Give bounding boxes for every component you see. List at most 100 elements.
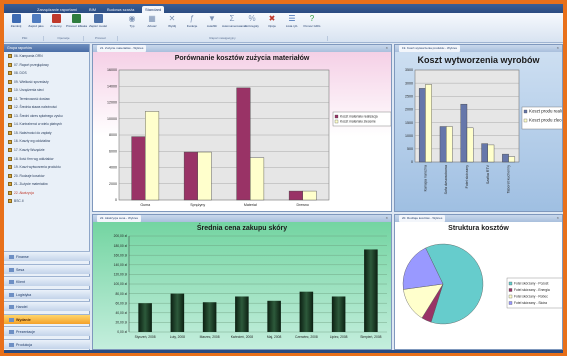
save-model-button[interactable]: Zapisz model <box>88 14 108 34</box>
filter-icon: ▼ <box>208 14 216 23</box>
tab-reports[interactable]: Zarządzanie raportami <box>34 6 80 13</box>
panel-tab-cost-structure[interactable]: 20. Rodzaje kosztów - Wykres ✕ <box>395 215 562 222</box>
tab-standard[interactable]: Standard <box>142 6 165 13</box>
bar <box>487 144 495 163</box>
report-icon <box>8 113 12 118</box>
close-icon[interactable]: ✕ <box>385 215 388 222</box>
tab-build[interactable]: Budowa szarża <box>104 6 137 13</box>
y-tick-label: 200,00 zł <box>114 234 128 238</box>
y-tick-label: 80,00 zł <box>115 292 127 296</box>
details-button[interactable]: % Szczegóły <box>242 14 262 34</box>
y-tick-label: 3000 <box>405 81 413 85</box>
tab-bim[interactable]: BIM <box>86 6 99 13</box>
report-list-item[interactable]: BSC.II <box>4 197 89 206</box>
chart-production-cost: 0 500 1000 1500 2000 2500 3000 3500 Kanapa naroż… <box>405 68 563 194</box>
type-button[interactable]: ◉ Typ <box>122 14 142 34</box>
x-tick-label: Luty, 2008 <box>170 335 185 339</box>
y-tick-label: 4000 <box>109 166 117 170</box>
x-tick-label: Styczeń, 2008 <box>135 335 156 339</box>
save-as-icon <box>31 14 41 23</box>
close-icon[interactable]: ✕ <box>385 45 388 52</box>
move-button[interactable]: Przesuń kilkaka <box>66 14 87 34</box>
bar <box>502 153 509 163</box>
nav-item-0[interactable]: Finanse <box>4 251 90 261</box>
report-list-item[interactable]: 11. Terminowość dostaw <box>4 95 89 104</box>
sigma-icon: Σ <box>229 14 235 23</box>
report-list-item[interactable]: 22. Akwizycja <box>4 189 89 198</box>
save-disk-icon <box>11 14 21 23</box>
y-tick-label: 180,00 zł <box>114 244 128 248</box>
folder-icon <box>9 292 14 297</box>
change-button[interactable]: Zmienny <box>46 14 66 34</box>
report-list-item[interactable]: 08. DOS <box>4 69 89 78</box>
legend-label: Koszt produ realizacja <box>529 109 563 114</box>
change-icon <box>51 14 61 23</box>
report-list-item[interactable]: 17. Koszty Wszędzie <box>4 146 89 155</box>
y-tick-label: 2000 <box>405 108 413 112</box>
nav-item-5[interactable]: Wydanie <box>4 313 90 324</box>
report-list-item[interactable]: 13. Średni okres spłatnego zysku <box>4 112 89 121</box>
report-icon <box>8 173 12 178</box>
group-report-nav: Raport nawigacyjny <box>118 36 328 41</box>
close-icon[interactable]: ✕ <box>556 215 559 222</box>
help-button[interactable]: ? Pomoc GDG <box>302 14 322 34</box>
panel-tab-leather-price[interactable]: 22. Akwizycja cena - Wykres ✕ <box>93 215 391 222</box>
options-button[interactable]: ✖ Opcje <box>262 14 282 34</box>
chart-cost-structure: Fotel skórzany - Pozost Fotel skórzany - … <box>402 243 562 325</box>
chart-title-production-cost: Koszt wytworzenia wyrobów <box>417 55 540 65</box>
report-list-item[interactable]: 12. Średnia stawa należności <box>4 103 89 112</box>
autofilter-button[interactable]: ▼ Autofiltr <box>202 14 222 34</box>
bar <box>131 136 146 201</box>
y-tick-label: 60,00 zł <box>115 301 127 305</box>
report-list-item[interactable]: 15. Należności do zapłaty <box>4 129 89 138</box>
nav-item-4[interactable]: Handel <box>4 301 90 311</box>
autonumber-button[interactable]: Σ Autonumerowanie <box>222 14 246 34</box>
nav-item-7[interactable]: Produkcja <box>4 338 90 349</box>
legend-label: Fotel skórzany - Roboc <box>514 295 548 299</box>
report-list-item[interactable]: 18. Ilość firm wg oddziałów <box>4 155 89 164</box>
panel-leather-price: 22. Akwizycja cena - Wykres ✕ Średnia cen… <box>92 214 392 350</box>
panel-tab-materials[interactable]: 21. Zużycie materiałów - Wykres ✕ <box>93 45 391 52</box>
report-list-item[interactable]: 19. Koszt wytworzenia produktu <box>4 163 89 172</box>
report-list-item[interactable]: 16. Koszty wg oddziałów <box>4 137 89 146</box>
close-button[interactable]: Zamknij <box>6 14 26 34</box>
nav-item-6[interactable]: Prezentacje <box>4 326 90 336</box>
report-icon <box>8 88 12 93</box>
bar <box>466 127 474 163</box>
report-list: 06. Kampania ORN 07. Raport przeglądowy 08… <box>4 52 89 206</box>
legend-swatch <box>508 294 513 299</box>
list-icon: ☰ <box>288 14 296 23</box>
bar <box>235 296 249 332</box>
group-operations: Operacje <box>44 36 84 41</box>
x-tick-label: Guma <box>140 203 150 207</box>
panel-tab-production-cost[interactable]: 19. Koszt wytworzenia produktu - Wykres ✕ <box>395 45 562 52</box>
nav-item-3[interactable]: Logistyka <box>4 288 90 299</box>
list-button[interactable]: ☰ Lista ryb. <box>282 14 302 34</box>
report-list-item[interactable]: 07. Raport przeglądowy <box>4 61 89 70</box>
functions-button[interactable]: ƒ Funkcje <box>182 14 202 34</box>
chart-title-materials: Porównanie kosztów zużycia materiałów <box>174 55 310 62</box>
tools-icon: ✖ <box>268 14 276 23</box>
report-list-item[interactable]: 14. Kontrahenci w wielu płatnych <box>4 120 89 129</box>
report-icon <box>8 131 12 136</box>
nav-item-2[interactable]: Klient <box>4 276 90 286</box>
x-tick-label: Taboret kuchenny <box>507 165 511 194</box>
y-tick-label: 2500 <box>405 94 413 98</box>
y-tick-label: 160,00 zł <box>114 253 128 257</box>
sidebar-header: Grupa raportów <box>4 44 89 52</box>
legend-label: Fotel skórzany - Pozost <box>514 282 549 286</box>
report-list-item[interactable]: 21. Zużycie materiałów <box>4 180 89 189</box>
report-list-item[interactable]: 06. Kampania ORN <box>4 52 89 61</box>
bar <box>138 303 152 332</box>
sheet-button[interactable]: ▦ Arkusz <box>142 14 162 34</box>
report-list-item[interactable]: 09. Wielkość sprzedaży <box>4 78 89 87</box>
send-button[interactable]: ✕ Wyślij <box>162 14 182 34</box>
save-as-button[interactable]: Zapisz jako <box>26 14 46 34</box>
sheet-icon: ▦ <box>148 14 156 23</box>
y-tick-label: 1000 <box>405 134 413 138</box>
close-icon[interactable]: ✕ <box>556 45 559 52</box>
report-list-item[interactable]: 10. Urządzenia sieci <box>4 86 89 95</box>
report-list-item[interactable]: 20. Rodzaje kosztów <box>4 172 89 181</box>
nav-item-1[interactable]: Sesa <box>4 263 90 274</box>
legend-swatch <box>523 118 528 123</box>
